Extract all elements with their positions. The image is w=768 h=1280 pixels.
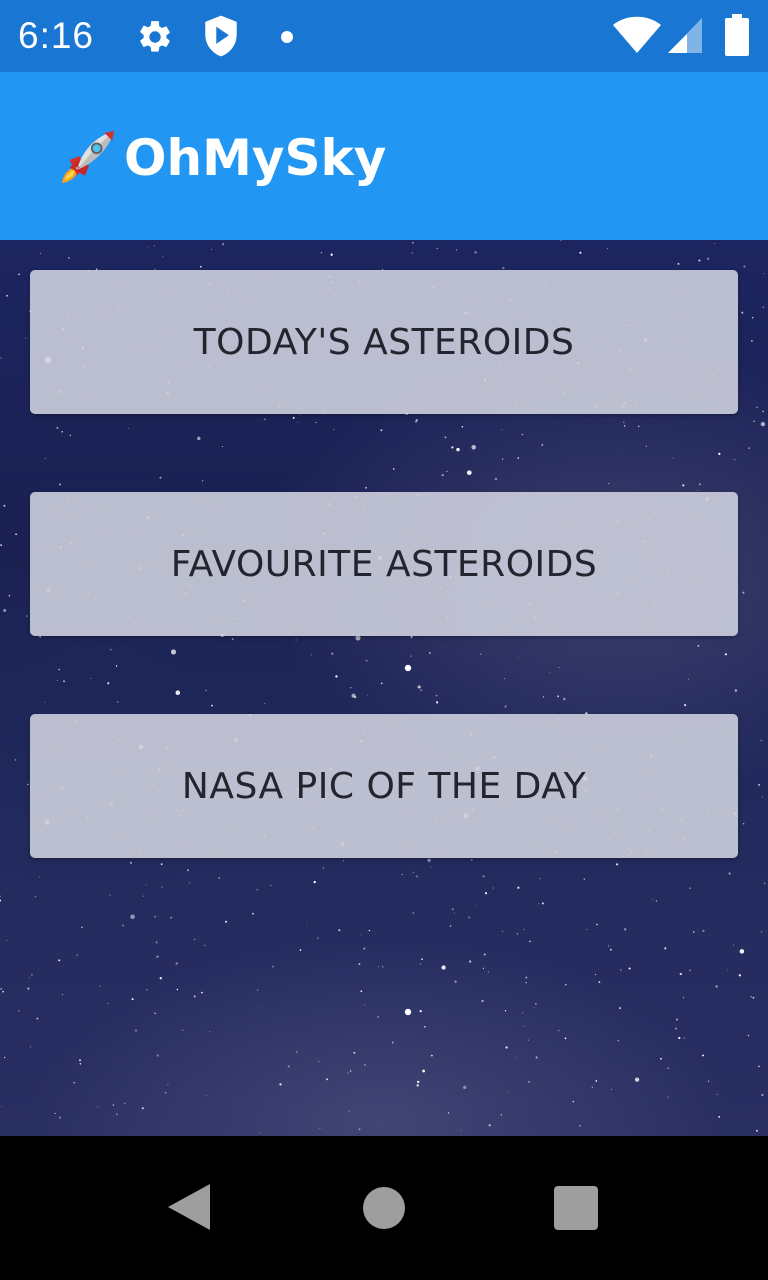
todays-asteroids-button[interactable]: TODAY'S ASTEROIDS: [30, 270, 738, 414]
gear-icon: [140, 21, 170, 52]
app-title: OhMySky: [56, 126, 386, 190]
home-icon[interactable]: [362, 1186, 406, 1230]
status-bar: 6:16: [0, 0, 768, 72]
back-icon[interactable]: [166, 1182, 212, 1232]
signal-icon: [668, 18, 702, 53]
notification-dot-icon: [281, 31, 293, 43]
app-bar: OhMySky: [0, 72, 768, 240]
main-content: TODAY'S ASTEROIDS FAVOURITE ASTEROIDS NA…: [0, 240, 768, 1136]
rocket-icon: [61, 130, 115, 184]
status-time: 6:16: [18, 15, 95, 56]
app-screen: 6:16 OhMySky TODAY'S ASTEROIDS FAVOURITE…: [0, 0, 768, 1280]
recents-icon[interactable]: [553, 1186, 599, 1230]
wifi-icon: [613, 16, 661, 53]
battery-icon: [725, 14, 749, 56]
shield-play-icon: [205, 15, 237, 57]
nasa-pic-of-the-day-button[interactable]: NASA PIC OF THE DAY: [30, 714, 738, 858]
favourite-asteroids-button[interactable]: FAVOURITE ASTEROIDS: [30, 492, 738, 636]
app-title-text: OhMySky: [124, 129, 387, 187]
navigation-bar: [0, 1136, 768, 1280]
